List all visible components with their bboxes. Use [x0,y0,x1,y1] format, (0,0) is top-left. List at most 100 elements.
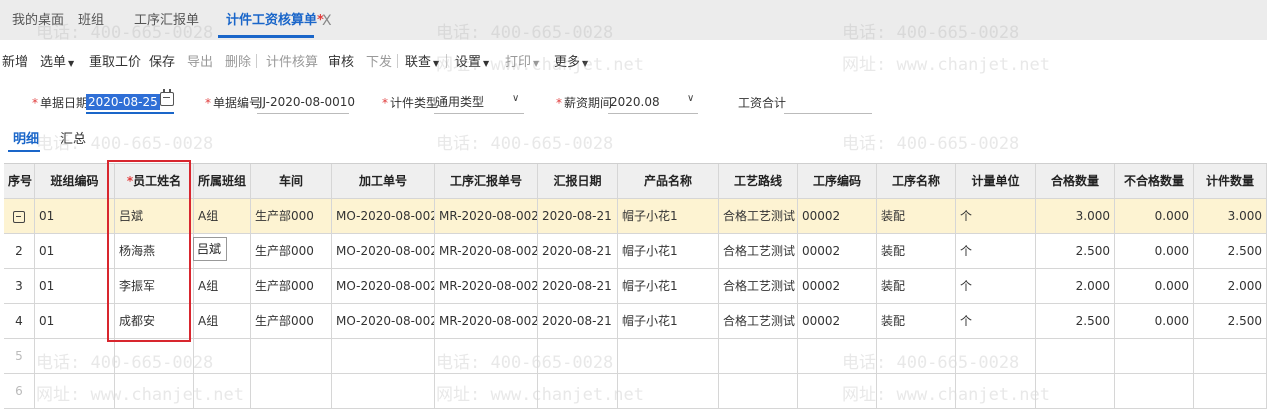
audit-button[interactable]: 审核 [328,51,354,70]
header-cell[interactable]: 汇报日期 [538,164,618,199]
save-button[interactable]: 保存 [149,51,175,70]
cell-unit[interactable]: 个 [956,304,1036,339]
cell-work-order[interactable]: MO-2020-08-0022 [332,199,435,234]
cell-proc-code[interactable]: 00002 [798,199,877,234]
cell-workshop[interactable]: 生产部000 [251,234,332,269]
header-cell[interactable]: 所属班组 [194,164,251,199]
print-button[interactable]: 打印 ▼ [505,51,539,70]
cell-report-no[interactable] [435,339,538,374]
select-doc-button[interactable]: 选单 ▼ [40,51,74,70]
cell-report-date[interactable] [538,339,618,374]
table-row[interactable]: 3 01 李振军 A组 生产部000 MO-2020-08-0022 MR-2020-08-… [4,269,1267,304]
cell-proc-code[interactable] [798,374,877,409]
wage-total-field[interactable] [784,90,872,114]
cell-unit[interactable] [956,374,1036,409]
header-cell[interactable]: 计量单位 [956,164,1036,199]
cell-unqualified[interactable] [1115,339,1194,374]
cell-work-order[interactable]: MO-2020-08-0022 [332,304,435,339]
cell-team[interactable] [194,374,251,409]
table-row[interactable]: 4 01 成都安 A组 生产部000 MO-2020-08-0022 MR-2020-08-… [4,304,1267,339]
cell-proc-code[interactable]: 00002 [798,234,877,269]
doc-date-input[interactable]: 2020-08-25 [86,94,160,110]
cell-qualified[interactable] [1036,339,1115,374]
cell-product[interactable]: 帽子小花1 [618,269,719,304]
cell-seq[interactable]: 5 [4,339,35,374]
cell-qualified[interactable]: 3.000 [1036,199,1115,234]
header-cell[interactable]: 序号 [4,164,35,199]
cell-qualified[interactable] [1036,374,1115,409]
close-tab-icon[interactable]: X [322,10,332,32]
cell-report-no[interactable]: MR-2020-08-0024 [435,234,538,269]
cell-team-code[interactable]: 01 [35,269,115,304]
cell-qualified[interactable]: 2.500 [1036,304,1115,339]
cell-report-date[interactable]: 2020-08-21 [538,304,618,339]
cell-product[interactable] [618,339,719,374]
cell-piece-qty[interactable]: 2.500 [1194,304,1267,339]
cell-unit[interactable]: 个 [956,234,1036,269]
table-row[interactable]: 01 吕斌 A组 生产部000 MO-2020-08-0022 MR-2020-08-00… [4,199,1267,234]
chevron-down-icon[interactable]: ∨ [687,93,694,104]
piece-calc-button[interactable]: 计件核算 [266,51,318,70]
header-cell[interactable]: 合格数量 [1036,164,1115,199]
cell-report-no[interactable] [435,374,538,409]
cell-product[interactable]: 帽子小花1 [618,304,719,339]
cell-report-date[interactable]: 2020-08-21 [538,269,618,304]
cell-piece-qty[interactable]: 2.500 [1194,234,1267,269]
tab-desktop[interactable]: 我的桌面 [12,10,64,32]
cell-workshop[interactable]: 生产部000 [251,199,332,234]
delete-button[interactable]: 删除 [225,51,251,70]
cell-route[interactable] [719,374,798,409]
cell-unqualified[interactable]: 0.000 [1115,234,1194,269]
cell-route[interactable]: 合格工艺测试 [719,304,798,339]
calendar-icon[interactable] [160,89,174,106]
cell-proc-name[interactable]: 装配 [877,304,956,339]
cell-team[interactable]: A组 [194,269,251,304]
header-cell[interactable]: 工序编码 [798,164,877,199]
header-cell[interactable]: 加工单号 [332,164,435,199]
cell-product[interactable]: 帽子小花1 [618,234,719,269]
cell-work-order[interactable] [332,374,435,409]
cell-workshop[interactable]: 生产部000 [251,304,332,339]
cell-team[interactable]: A组 [194,304,251,339]
cell-workshop[interactable]: 生产部000 [251,269,332,304]
header-cell[interactable]: 工艺路线 [719,164,798,199]
header-cell[interactable]: 计件数量 [1194,164,1267,199]
cell-piece-qty[interactable] [1194,374,1267,409]
cell-team-code[interactable] [35,374,115,409]
cell-report-no[interactable]: MR-2020-08-0024 [435,199,538,234]
cell-unit[interactable]: 个 [956,199,1036,234]
cell-product[interactable]: 帽子小花1 [618,199,719,234]
cell-unqualified[interactable]: 0.000 [1115,199,1194,234]
cell-proc-code[interactable]: 00002 [798,304,877,339]
cell-route[interactable]: 合格工艺测试 [719,199,798,234]
refetch-price-button[interactable]: 重取工价 [89,51,141,70]
cell-unit[interactable] [956,339,1036,374]
cell-workshop[interactable] [251,374,332,409]
cell-unit[interactable]: 个 [956,269,1036,304]
cell-report-date[interactable]: 2020-08-21 [538,234,618,269]
cell-qualified[interactable]: 2.500 [1036,234,1115,269]
cell-proc-name[interactable] [877,339,956,374]
cell-route[interactable] [719,339,798,374]
new-button[interactable]: 新增 [2,51,28,70]
piece-type-select[interactable]: 通用类型 [434,90,524,114]
cell-work-order[interactable]: MO-2020-08-0022 [332,234,435,269]
cell-seq[interactable]: 2 [4,234,35,269]
cell-team-code[interactable]: 01 [35,304,115,339]
chevron-down-icon[interactable]: ∨ [512,93,519,104]
header-cell[interactable]: 工序名称 [877,164,956,199]
cell-team-code[interactable] [35,339,115,374]
link-query-button[interactable]: 联查 ▼ [405,51,439,70]
cell-report-no[interactable]: MR-2020-08-0024 [435,304,538,339]
cell-team[interactable]: A组 [194,199,251,234]
cell-proc-code[interactable] [798,339,877,374]
cell-seq[interactable]: 3 [4,269,35,304]
tab-detail[interactable]: 明细 [13,128,39,147]
cell-report-date[interactable]: 2020-08-21 [538,199,618,234]
cell-product[interactable] [618,374,719,409]
cell-work-order[interactable]: MO-2020-08-0022 [332,269,435,304]
header-cell[interactable]: 工序汇报单号 [435,164,538,199]
header-cell[interactable]: 车间 [251,164,332,199]
tab-process-report[interactable]: 工序汇报单 [134,10,199,32]
cell-piece-qty[interactable]: 3.000 [1194,199,1267,234]
